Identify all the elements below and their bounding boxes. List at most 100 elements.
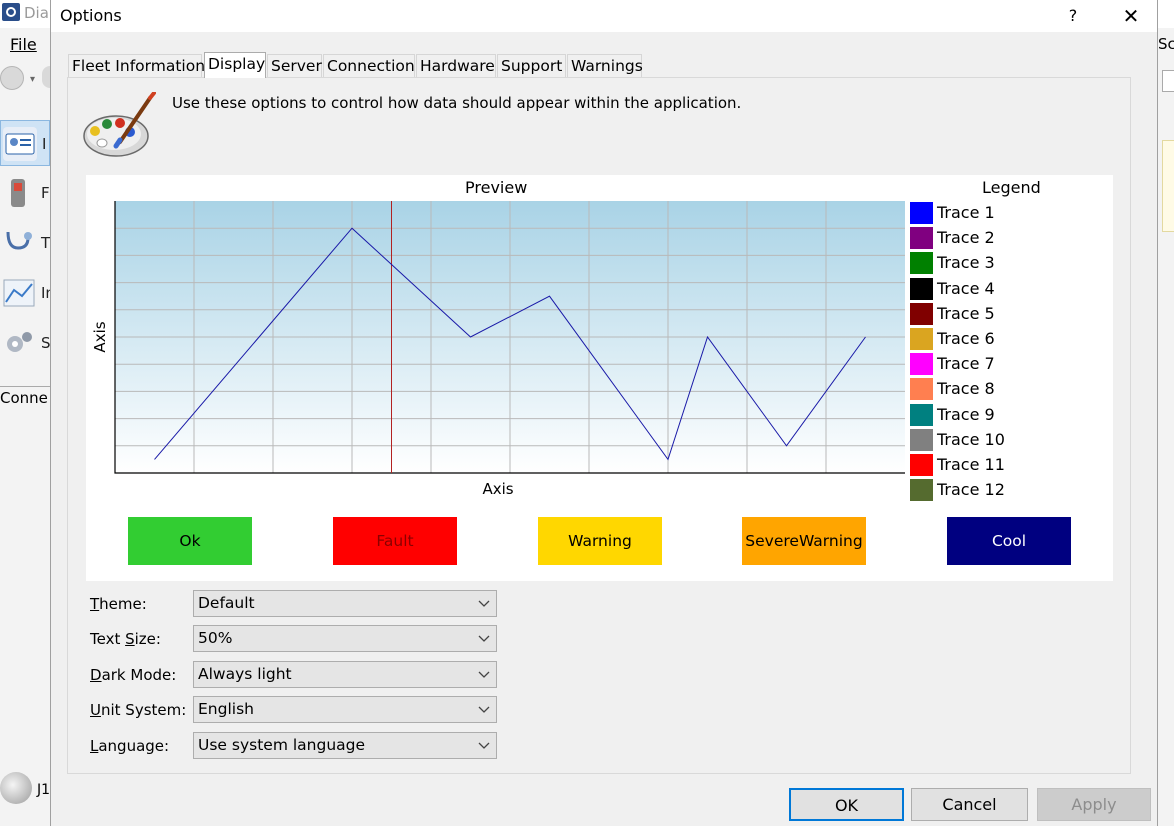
background-app-title: Dia [24, 4, 49, 22]
cancel-button[interactable]: Cancel [911, 788, 1028, 821]
menu-file[interactable]: File [10, 35, 37, 54]
status-fault-swatch[interactable]: Fault [333, 517, 457, 565]
language-select[interactable]: Use system language [193, 732, 497, 759]
chart-title: Preview [465, 178, 528, 197]
background-right-panel [1162, 140, 1174, 232]
background-connection-label: Conne [0, 386, 50, 407]
legend-item: Trace 4 [910, 277, 1030, 300]
tab-warnings[interactable]: Warnings [567, 54, 643, 77]
legend-label: Trace 3 [937, 253, 995, 273]
tab-fleet-information[interactable]: Fleet Information [68, 54, 205, 77]
tab-display[interactable]: Display [204, 52, 266, 78]
legend-item: Trace 11 [910, 454, 1030, 476]
legend-swatch[interactable] [910, 302, 933, 325]
dialog-titlebar: Options ? ✕ [51, 0, 1157, 32]
chart-icon [2, 276, 36, 310]
background-sidebar: I F T In S [0, 120, 55, 380]
help-button[interactable]: ? [1061, 4, 1085, 28]
tab-support[interactable]: Support [497, 54, 566, 77]
background-right-field [1162, 70, 1174, 92]
legend-label: Trace 9 [937, 404, 995, 424]
legend-swatch[interactable] [910, 202, 933, 224]
legend-label: Trace 11 [937, 455, 1005, 474]
text-size-label: Text Size: [90, 630, 161, 648]
id-card-icon [3, 127, 37, 161]
legend-label: Trace 7 [937, 354, 995, 374]
legend-label: Trace 5 [937, 303, 995, 323]
dark-mode-value: Always light [198, 665, 292, 683]
unit-system-select[interactable]: English [193, 696, 497, 723]
legend-item: Trace 6 [910, 328, 1030, 350]
dark-mode-label: Dark Mode: [90, 666, 177, 684]
tab-connection[interactable]: Connection [323, 54, 415, 77]
legend-item: Trace 8 [910, 378, 1030, 401]
sidebar-item-0[interactable]: I [0, 120, 50, 166]
legend-swatch[interactable] [910, 479, 933, 502]
legend-swatch[interactable] [910, 227, 933, 250]
sidebar-item-1[interactable]: F [0, 170, 50, 216]
background-right-label: Sc [1158, 35, 1174, 53]
language-label: Language: [90, 737, 170, 755]
legend-swatch[interactable] [910, 252, 933, 275]
back-arrow-icon[interactable] [0, 66, 24, 90]
legend-title: Legend [982, 178, 1041, 197]
sidebar-item-4[interactable]: S [0, 320, 51, 366]
chart-x-axis-label: Axis [482, 480, 514, 498]
legend-item: Trace 2 [910, 227, 1030, 250]
legend-swatch[interactable] [910, 403, 933, 426]
theme-value: Default [198, 594, 255, 612]
forward-arrow-icon[interactable] [42, 66, 50, 88]
legend-swatch[interactable] [910, 428, 933, 451]
sidebar-item-2[interactable]: T [0, 220, 50, 266]
stethoscope-icon [2, 226, 36, 260]
nav-dropdown-icon[interactable]: ▾ [30, 74, 35, 85]
tab-server[interactable]: Server [267, 54, 322, 77]
legend-swatch[interactable] [910, 353, 933, 376]
unit-system-value: English [198, 700, 254, 718]
app-logo-icon [2, 3, 20, 21]
chart-y-axis-label: Axis [91, 321, 109, 353]
legend-swatch[interactable] [910, 277, 933, 300]
theme-label: Theme: [90, 595, 147, 613]
language-value: Use system language [198, 736, 366, 754]
connection-status-icon [0, 772, 32, 804]
legend-label: Trace 4 [937, 278, 995, 298]
legend-item: Trace 1 [910, 202, 1030, 224]
status-warning-swatch[interactable]: Warning [538, 517, 662, 565]
palette-icon [80, 91, 156, 160]
dark-mode-select[interactable]: Always light [193, 661, 497, 688]
preview-chart [114, 201, 905, 474]
legend-swatch[interactable] [910, 328, 933, 350]
theme-select[interactable]: Default [193, 590, 497, 617]
text-size-value: 50% [198, 629, 233, 647]
legend-swatch[interactable] [910, 454, 933, 476]
apply-button[interactable]: Apply [1037, 788, 1151, 821]
status-cool-swatch[interactable]: Cool [947, 517, 1071, 565]
sidebar-item-3[interactable]: In [0, 270, 55, 316]
ok-button[interactable]: OK [789, 788, 904, 821]
chevron-down-icon [478, 600, 490, 607]
chevron-down-icon [478, 671, 490, 678]
legend-item: Trace 9 [910, 403, 1030, 426]
legend-label: Trace 6 [937, 329, 995, 348]
background-bottom-label: J1 [37, 782, 51, 798]
legend-item: Trace 10 [910, 428, 1030, 451]
legend-swatch[interactable] [910, 378, 933, 401]
dialog-title: Options [60, 6, 122, 25]
legend-label: Trace 8 [937, 379, 995, 399]
fuel-pump-icon [2, 176, 36, 210]
text-size-select[interactable]: 50% [193, 625, 497, 652]
legend-item: Trace 7 [910, 353, 1030, 376]
legend-item: Trace 12 [910, 479, 1030, 502]
legend-item: Trace 3 [910, 252, 1030, 275]
legend-label: Trace 12 [937, 480, 1005, 500]
legend-item: Trace 5 [910, 302, 1030, 325]
gears-icon [2, 326, 36, 360]
status-severe-warning-swatch[interactable]: SevereWarning [742, 517, 866, 565]
close-button[interactable]: ✕ [1117, 4, 1145, 28]
tab-hardware[interactable]: Hardware [416, 54, 496, 77]
display-intro-text: Use these options to control how data sh… [172, 94, 742, 112]
chevron-down-icon [478, 706, 490, 713]
status-ok-swatch[interactable]: Ok [128, 517, 252, 565]
legend-label: Trace 2 [937, 228, 995, 248]
